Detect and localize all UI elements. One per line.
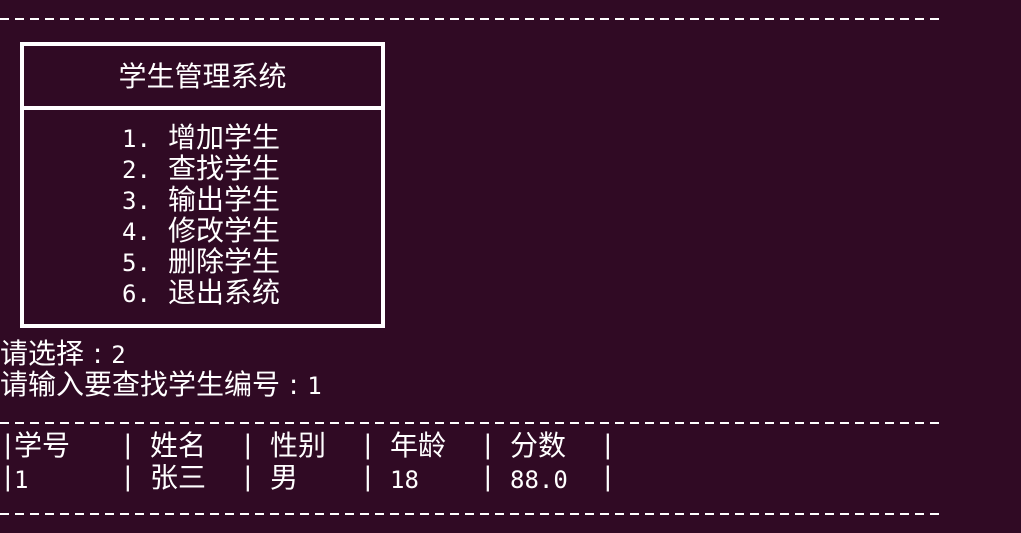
menu-item-number: 1. <box>122 125 151 153</box>
menu-item-number: 6. <box>122 280 151 308</box>
menu-item-number: 3. <box>122 187 151 215</box>
menu-item-output: 3. 输出学生 <box>122 184 280 215</box>
student-id-prompt-label: 请输入要查找学生编号 : <box>0 368 308 401</box>
menu-item-label: 退出系统 <box>168 276 281 309</box>
column-header-gender: 性别 <box>270 429 327 462</box>
menu-item-delete: 5. 删除学生 <box>122 246 280 277</box>
column-separator: | <box>360 430 376 460</box>
choice-input-value[interactable]: 2 <box>111 341 125 369</box>
menu-item-label: 删除学生 <box>168 245 281 278</box>
menu-list: 1. 增加学生 2. 查找学生 3. 输出学生 4. 修改学生 5. 删除学生 … <box>122 122 280 308</box>
column-separator: | <box>480 430 496 460</box>
menu-item-number: 5. <box>122 249 151 277</box>
column-separator: | <box>120 430 136 460</box>
cell-id: 1 <box>14 466 29 494</box>
column-separator: | <box>240 462 256 492</box>
table-header-row: | 学号 | 姓名 | 性别 | 年龄 | 分数 | <box>0 430 640 463</box>
separator-line-bottom <box>0 513 940 515</box>
column-separator: | <box>240 430 256 460</box>
column-header-age: 年龄 <box>390 429 447 462</box>
menu-item-exit: 6. 退出系统 <box>122 277 280 308</box>
column-separator: | <box>600 430 616 460</box>
cell-name: 张三 <box>150 461 207 494</box>
menu-item-number: 2. <box>122 156 151 184</box>
table-row: | 1 | 张三 | 男 | 18 | 88.0 | <box>0 462 640 495</box>
column-separator: | <box>360 462 376 492</box>
menu-item-add: 1. 增加学生 <box>122 122 280 153</box>
column-header-score: 分数 <box>510 429 567 462</box>
column-separator: | <box>480 462 496 492</box>
menu-item-label: 查找学生 <box>168 152 281 185</box>
column-separator: | <box>600 462 616 492</box>
menu-box: 学生管理系统 1. 增加学生 2. 查找学生 3. 输出学生 4. 修改学生 5… <box>20 42 385 328</box>
menu-title: 学生管理系统 <box>24 46 381 110</box>
menu-item-label: 修改学生 <box>168 214 281 247</box>
separator-line-top <box>0 18 940 20</box>
menu-item-find: 2. 查找学生 <box>122 153 280 184</box>
cell-gender: 男 <box>270 461 299 494</box>
student-id-input-value[interactable]: 1 <box>307 372 321 400</box>
choice-prompt-label: 请选择 : <box>0 337 112 370</box>
menu-item-modify: 4. 修改学生 <box>122 215 280 246</box>
column-separator: | <box>120 462 136 492</box>
menu-item-label: 输出学生 <box>168 183 281 216</box>
choice-prompt: 请选择 : 2 <box>0 338 126 371</box>
student-id-prompt: 请输入要查找学生编号 : 1 <box>0 369 322 402</box>
cell-score: 88.0 <box>510 466 568 494</box>
separator-line-middle <box>0 422 940 424</box>
column-header-id: 学号 <box>14 429 71 462</box>
cell-age: 18 <box>390 466 419 494</box>
menu-item-number: 4. <box>122 218 151 246</box>
column-header-name: 姓名 <box>150 429 207 462</box>
menu-item-label: 增加学生 <box>168 121 281 154</box>
